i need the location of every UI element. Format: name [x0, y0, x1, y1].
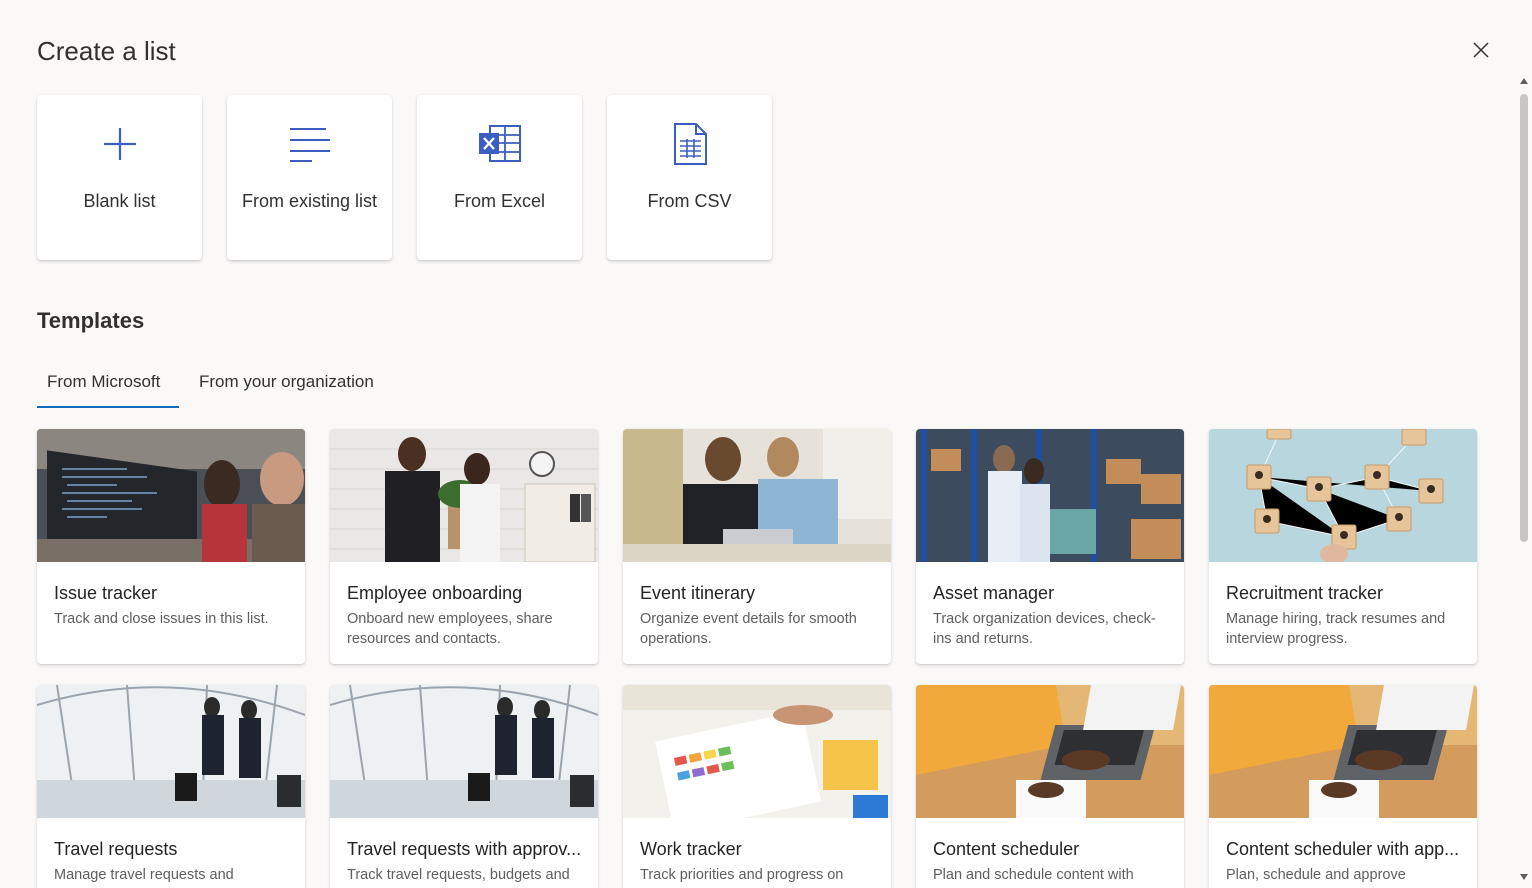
template-description: Track organization devices, check-ins an…: [933, 611, 1156, 647]
template-card-travel-requests[interactable]: Travel requests Manage travel requests a…: [37, 685, 305, 888]
template-description: Organize event details for smooth operat…: [640, 611, 857, 647]
template-card-recruitment-tracker[interactable]: Recruitment tracker Manage hiring, track…: [1209, 429, 1477, 664]
template-card-travel-requests-with-approvals[interactable]: Travel requests with approv... Track tra…: [330, 685, 598, 888]
content-scheduler-approvals-image: [1209, 685, 1477, 818]
from-csv-label: From CSV: [647, 191, 732, 211]
scroll-down-arrow-icon[interactable]: [1519, 872, 1529, 882]
recruitment-tracker-image: [1209, 429, 1477, 562]
template-title: Event itinerary: [640, 583, 756, 603]
template-description: Onboard new employees, share resources a…: [347, 611, 553, 647]
template-description: Track priorities and progress on: [640, 867, 844, 883]
scroll-up-arrow-icon[interactable]: [1519, 76, 1529, 86]
template-description: Track travel requests, budgets and: [347, 867, 570, 883]
template-description: Manage travel requests and: [54, 867, 234, 883]
content-scheduler-image: [916, 685, 1184, 818]
active-tab-indicator: [37, 406, 179, 408]
template-card-work-tracker[interactable]: Work tracker Track priorities and progre…: [623, 685, 891, 888]
blank-list-label: Blank list: [83, 191, 156, 211]
excel-icon: [417, 123, 582, 165]
from-excel-button[interactable]: From Excel: [417, 95, 582, 260]
template-title: Employee onboarding: [347, 583, 523, 603]
template-description: Plan, schedule and approve: [1226, 867, 1406, 883]
template-title: Travel requests with approv...: [347, 839, 582, 859]
blank-list-button[interactable]: Blank list: [37, 95, 202, 260]
template-description: Plan and schedule content with: [933, 867, 1134, 883]
template-description: Track and close issues in this list.: [54, 611, 269, 627]
template-title: Content scheduler: [933, 839, 1080, 859]
vertical-scrollbar[interactable]: [1516, 72, 1532, 888]
tab-from-microsoft[interactable]: From Microsoft: [47, 372, 160, 409]
lines-icon: [227, 123, 392, 165]
issue-tracker-image: [37, 429, 305, 562]
template-title: Recruitment tracker: [1226, 583, 1384, 603]
tab-from-your-organization[interactable]: From your organization: [199, 372, 374, 409]
dialog-title: Create a list: [37, 36, 176, 66]
template-title: Work tracker: [640, 839, 742, 859]
template-title: Asset manager: [933, 583, 1055, 603]
from-excel-label: From Excel: [453, 191, 545, 211]
travel-requests-approvals-image: [330, 685, 598, 818]
from-csv-button[interactable]: From CSV: [607, 95, 772, 260]
csv-file-icon: [607, 123, 772, 165]
template-card-employee-onboarding[interactable]: Employee onboarding Onboard new employee…: [330, 429, 598, 664]
from-existing-list-label: From existing list: [241, 191, 378, 211]
asset-manager-image: [916, 429, 1184, 562]
scroll-thumb[interactable]: [1520, 94, 1528, 542]
template-card-issue-tracker[interactable]: Issue tracker Track and close issues in …: [37, 429, 305, 664]
template-card-asset-manager[interactable]: Asset manager Track organization devices…: [916, 429, 1184, 664]
from-existing-list-button[interactable]: From existing list: [227, 95, 392, 260]
template-card-content-scheduler-with-approvals[interactable]: Content scheduler with app... Plan, sche…: [1209, 685, 1477, 888]
close-button[interactable]: [1468, 37, 1494, 63]
template-title: Travel requests: [54, 839, 178, 859]
work-tracker-image: [623, 685, 891, 818]
close-icon: [1473, 42, 1489, 58]
template-card-event-itinerary[interactable]: Event itinerary Organize event details f…: [623, 429, 891, 664]
templates-heading: Templates: [37, 308, 145, 333]
template-title: Issue tracker: [54, 583, 158, 603]
template-description: Manage hiring, track resumes and intervi…: [1226, 611, 1446, 647]
event-itinerary-image: [623, 429, 891, 562]
plus-icon: [37, 123, 202, 165]
employee-onboarding-image: [330, 429, 598, 562]
travel-requests-image: [37, 685, 305, 818]
template-title: Content scheduler with app...: [1226, 839, 1460, 859]
template-card-content-scheduler[interactable]: Content scheduler Plan and schedule cont…: [916, 685, 1184, 888]
